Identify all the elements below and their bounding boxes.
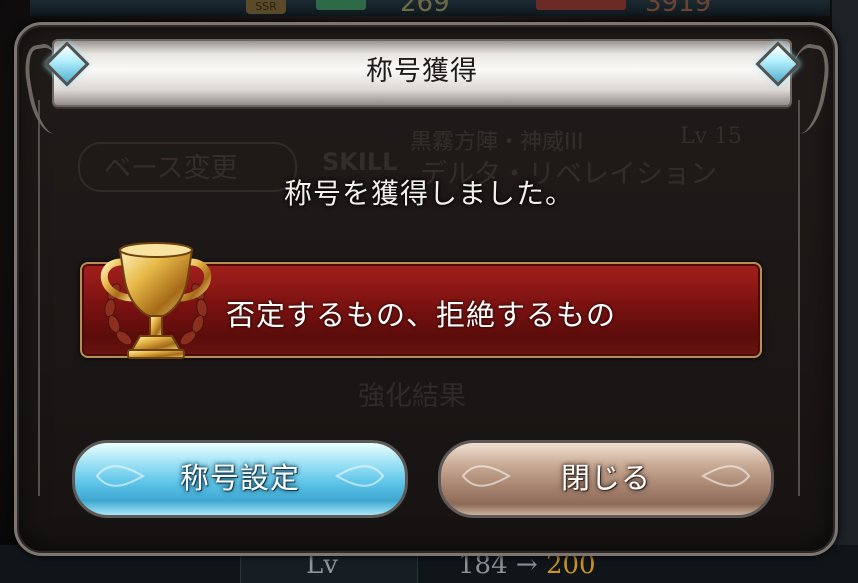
ssr-badge: SSR bbox=[246, 0, 286, 14]
hp-label-bar bbox=[316, 0, 366, 10]
atk-label-bar bbox=[536, 0, 626, 10]
acquired-message: 称号を獲得しました。 bbox=[283, 177, 574, 210]
close-button[interactable]: 閉じる bbox=[438, 440, 774, 518]
set-title-button[interactable]: 称号設定 bbox=[72, 440, 408, 518]
hp-value: 269 bbox=[400, 0, 450, 18]
acquired-title-name: 否定するもの、拒絶するもの bbox=[226, 298, 617, 332]
atk-value: 3919 bbox=[645, 0, 712, 18]
dialog-title: 称号獲得 bbox=[366, 56, 478, 87]
ornament-icon bbox=[335, 465, 385, 487]
ornament-icon bbox=[461, 465, 511, 487]
ghost-skill-level: Lv 15 bbox=[680, 124, 743, 149]
ornament-icon bbox=[95, 465, 145, 487]
ornament-icon bbox=[701, 465, 751, 487]
set-title-label: 称号設定 bbox=[179, 461, 300, 495]
gold-trophy-icon bbox=[100, 242, 212, 359]
ghost-enhance-result: 強化結果 bbox=[358, 381, 466, 412]
close-label: 閉じる bbox=[560, 461, 651, 495]
